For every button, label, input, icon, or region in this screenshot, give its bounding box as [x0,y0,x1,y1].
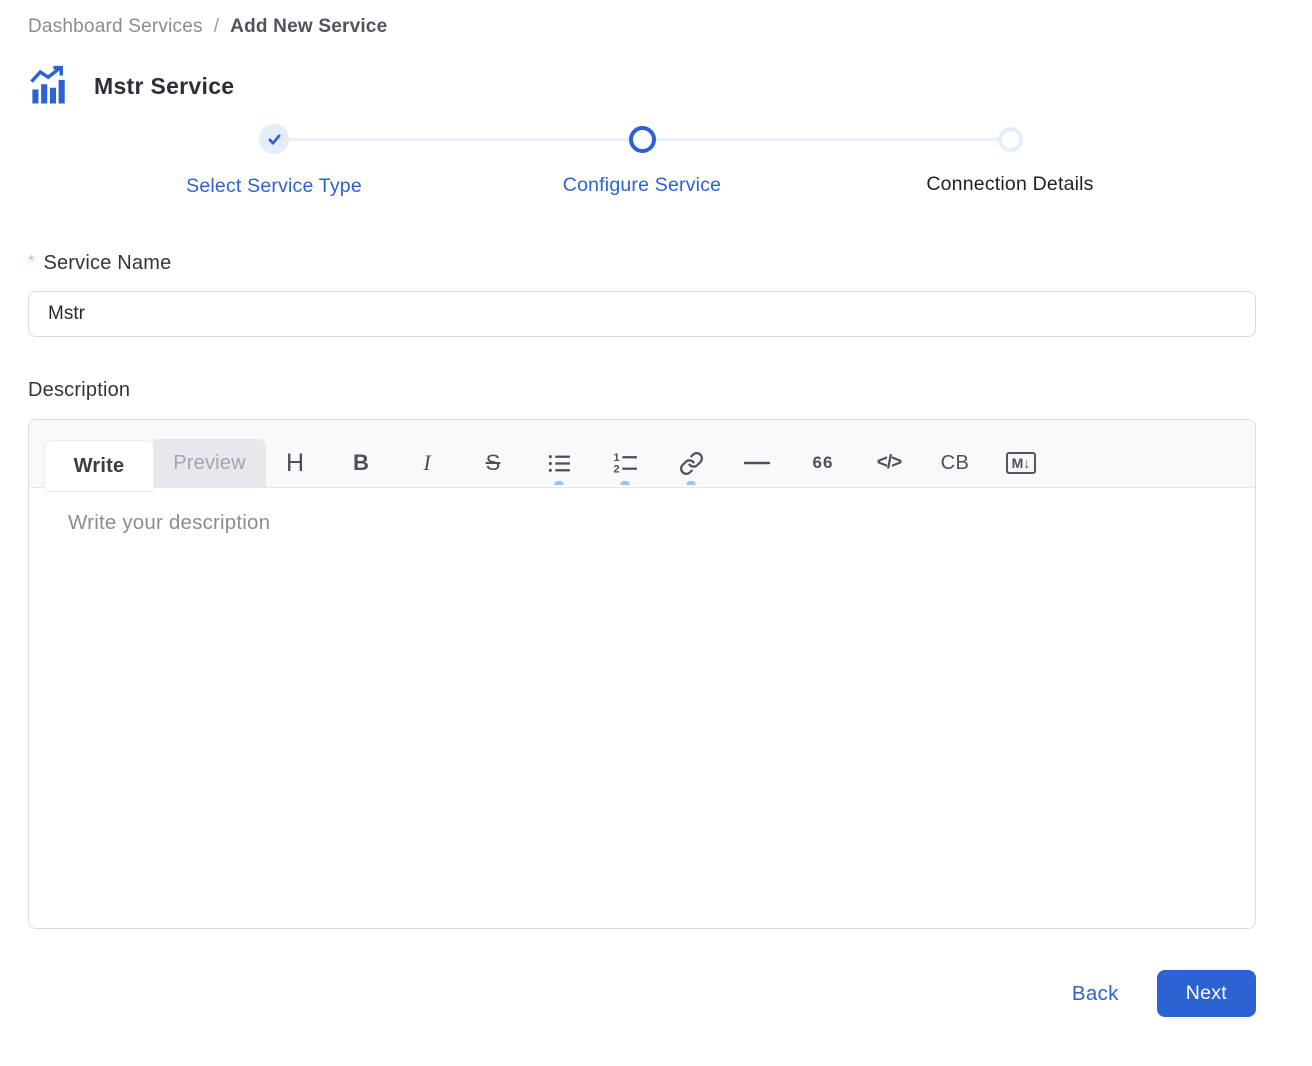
svg-text:1: 1 [613,451,619,463]
horizontal-rule-button[interactable] [738,439,776,487]
service-name-input[interactable] [28,291,1256,337]
step-connection-details: Connection Details [826,124,1194,198]
step-configure-service[interactable]: Configure Service [458,124,826,198]
description-markdown-editor: Write Preview H B I S [28,419,1256,929]
wizard-actions: Back Next [28,970,1256,1017]
breadcrumb-current: Add New Service [230,16,387,38]
breadcrumb: Dashboard Services / Add New Service [28,16,1256,38]
page-title: Mstr Service [94,73,234,100]
ordered-list-icon: 1 2 [613,451,638,476]
editor-tabs: Write Preview [45,439,266,487]
service-name-label-text: Service Name [43,252,171,275]
editor-body [29,488,1255,928]
step-active-circle[interactable] [629,126,656,153]
code-block-button[interactable]: CB [936,439,974,487]
step-upcoming-circle [998,127,1023,152]
tab-write[interactable]: Write [45,441,153,491]
bold-button[interactable]: B [342,439,380,487]
step-label-select-service-type[interactable]: Select Service Type [186,175,362,198]
wizard-stepper: Select Service Type Configure Service Co… [90,124,1194,198]
required-marker: * [28,253,34,271]
ordered-list-button[interactable]: 1 2 [606,439,644,487]
description-label: Description [28,379,1256,402]
next-button[interactable]: Next [1157,970,1256,1017]
breadcrumb-separator: / [214,16,219,38]
page-header: Mstr Service [28,64,1256,108]
code-button[interactable]: </> [870,439,908,487]
formatting-toolbar: H B I S 1 2 [276,439,1040,487]
italic-button[interactable]: I [408,439,446,487]
step-completed-circle[interactable] [259,124,289,154]
link-icon [679,451,704,476]
strikethrough-button[interactable]: S [474,439,512,487]
link-button[interactable] [672,439,710,487]
description-label-text: Description [28,379,130,402]
unordered-list-button[interactable] [540,439,578,487]
horizontal-rule-icon [744,451,770,475]
description-textarea[interactable] [68,511,1216,905]
heading-button[interactable]: H [276,439,314,487]
unordered-list-icon [547,451,572,476]
step-label-configure-service[interactable]: Configure Service [563,174,721,197]
svg-text:2: 2 [613,463,619,475]
quote-button[interactable]: 66 [804,439,842,487]
breadcrumb-dashboard-services[interactable]: Dashboard Services [28,16,203,38]
back-button[interactable]: Back [1072,982,1119,1006]
markdown-button[interactable]: M↓ [1002,439,1040,487]
step-select-service-type[interactable]: Select Service Type [90,124,458,198]
editor-toolbar: Write Preview H B I S [29,420,1255,488]
tab-preview[interactable]: Preview [153,439,266,487]
service-name-label: * Service Name [28,252,1256,275]
bar-chart-trend-icon [28,64,70,108]
check-icon [267,132,282,147]
markdown-icon: M↓ [1006,452,1037,475]
add-new-service-page: Dashboard Services / Add New Service Mst… [0,0,1312,1017]
step-label-connection-details: Connection Details [926,173,1093,196]
